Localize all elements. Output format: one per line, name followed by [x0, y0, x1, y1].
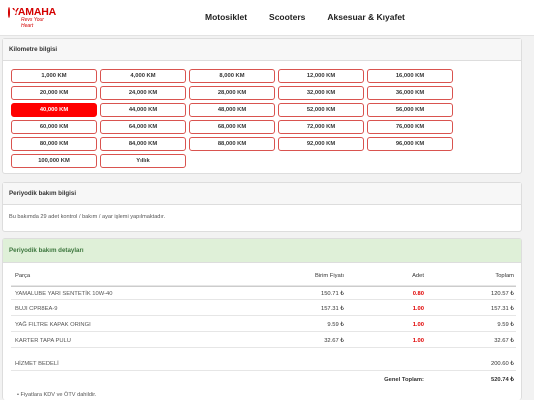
- km-option-button[interactable]: 36,000 KM: [367, 86, 453, 100]
- grand-total-row: Genel Toplam: 520.74 ₺: [11, 373, 516, 387]
- km-option-button[interactable]: 44,000 KM: [100, 103, 186, 117]
- table-header-row: Parça Birim Fiyatı Adet Toplam: [11, 269, 516, 286]
- km-option-button[interactable]: 88,000 KM: [189, 137, 275, 151]
- km-option-button[interactable]: 60,000 KM: [11, 120, 97, 134]
- row-part: BUJI CPR8EA-9: [15, 306, 58, 312]
- table-row: YAMALUBE YARI SENTETİK 10W-40 150.71 ₺ 0…: [11, 286, 516, 300]
- km-option-button[interactable]: 40,000 KM: [11, 103, 97, 117]
- header-qty: Adet: [412, 273, 424, 279]
- km-option-button[interactable]: 56,000 KM: [367, 103, 453, 117]
- row-unit-price: 9.59 ₺: [327, 322, 344, 328]
- km-option-button[interactable]: 52,000 KM: [278, 103, 364, 117]
- row-qty: 1.00: [412, 306, 424, 312]
- header-unit-price: Birim Fiyatı: [315, 273, 344, 279]
- grand-total-label: Genel Toplam:: [384, 377, 424, 383]
- grand-total-value: 520.74 ₺: [490, 377, 514, 383]
- km-option-button[interactable]: 64,000 KM: [100, 120, 186, 134]
- km-option-button[interactable]: Yıllık: [100, 154, 186, 168]
- top-navigation-bar: YAMAHA Revs Your Heart Motosiklet Scoote…: [0, 0, 534, 36]
- km-option-button[interactable]: 4,000 KM: [100, 69, 186, 83]
- km-option-button[interactable]: 24,000 KM: [100, 86, 186, 100]
- km-option-button[interactable]: 48,000 KM: [189, 103, 275, 117]
- row-total: 157.31 ₺: [490, 306, 514, 312]
- row-part: KARTER TAPA PULU: [15, 338, 71, 344]
- km-panel-title: Kilometre bilgisi: [3, 39, 521, 61]
- km-option-button[interactable]: 80,000 KM: [11, 137, 97, 151]
- brand-slogan: Revs Your Heart: [21, 17, 44, 29]
- tuning-fork-icon: [8, 6, 17, 18]
- row-unit-price: 32.67 ₺: [324, 338, 344, 344]
- km-option-button[interactable]: 84,000 KM: [100, 137, 186, 151]
- maintenance-detail-panel: Periyodik bakım detayları Parça Birim Fi…: [2, 238, 522, 400]
- nav-item-scooters[interactable]: Scooters: [269, 12, 305, 22]
- km-option-button[interactable]: 100,000 KM: [11, 154, 97, 168]
- km-option-button[interactable]: 68,000 KM: [189, 120, 275, 134]
- table-row: KARTER TAPA PULU 32.67 ₺ 1.00 32.67 ₺: [11, 334, 516, 348]
- nav-item-aksesuar[interactable]: Aksesuar & Kıyafet: [327, 12, 404, 22]
- main-nav: Motosiklet Scooters Aksesuar & Kıyafet: [205, 12, 405, 22]
- km-option-button[interactable]: 1,000 KM: [11, 69, 97, 83]
- yamaha-logo[interactable]: YAMAHA Revs Your Heart: [8, 6, 56, 29]
- row-total: 32.67 ₺: [494, 338, 514, 344]
- row-part: YAMALUBE YARI SENTETİK 10W-40: [15, 291, 113, 297]
- row-part: YAĞ FILTRE KAPAK ORINGI: [15, 322, 91, 328]
- maintenance-info-title: Periyodik bakım bilgisi: [3, 183, 521, 205]
- row-total: 9.59 ₺: [497, 322, 514, 328]
- nav-item-motosiklet[interactable]: Motosiklet: [205, 12, 247, 22]
- km-option-button[interactable]: 20,000 KM: [11, 86, 97, 100]
- row-qty: 1.00: [412, 322, 424, 328]
- maintenance-info-panel: Periyodik bakım bilgisi Bu bakımda 29 ad…: [2, 182, 522, 232]
- km-option-button[interactable]: 8,000 KM: [189, 69, 275, 83]
- km-option-button[interactable]: 76,000 KM: [367, 120, 453, 134]
- service-fee-total: 200.60 ₺: [490, 361, 514, 367]
- row-qty: 1.00: [412, 338, 424, 344]
- header-part: Parça: [15, 273, 31, 279]
- km-button-grid: 1,000 KM 4,000 KM 8,000 KM 12,000 KM 16,000 …: [11, 69, 453, 168]
- maintenance-info-text: Bu bakımda 29 adet kontrol / bakım / aya…: [9, 214, 166, 220]
- maintenance-detail-title: Periyodik bakım detayları: [3, 239, 521, 263]
- scrollbar-track[interactable]: [524, 36, 534, 400]
- header-total: Toplam: [495, 273, 514, 279]
- km-option-button[interactable]: 16,000 KM: [367, 69, 453, 83]
- km-option-button[interactable]: 96,000 KM: [367, 137, 453, 151]
- row-unit-price: 157.31 ₺: [320, 306, 344, 312]
- service-fee-row: HİZMET BEDELİ 200.60 ₺: [11, 357, 516, 371]
- km-panel: Kilometre bilgisi 1,000 KM 4,000 KM 8,000 …: [2, 38, 522, 174]
- km-option-button[interactable]: 12,000 KM: [278, 69, 364, 83]
- km-option-button[interactable]: 32,000 KM: [278, 86, 364, 100]
- km-option-button[interactable]: 72,000 KM: [278, 120, 364, 134]
- row-total: 120.57 ₺: [490, 291, 514, 297]
- table-row: BUJI CPR8EA-9 157.31 ₺ 1.00 157.31 ₺: [11, 302, 516, 316]
- table-row: YAĞ FILTRE KAPAK ORINGI 9.59 ₺ 1.00 9.59…: [11, 318, 516, 332]
- km-option-button[interactable]: 28,000 KM: [189, 86, 275, 100]
- row-unit-price: 150.71 ₺: [320, 291, 344, 297]
- service-fee-label: HİZMET BEDELİ: [15, 361, 59, 367]
- tax-note: • Fiyatlara KDV ve ÖTV dahildir.: [17, 392, 97, 398]
- km-option-button[interactable]: 92,000 KM: [278, 137, 364, 151]
- row-qty: 0.80: [412, 291, 424, 297]
